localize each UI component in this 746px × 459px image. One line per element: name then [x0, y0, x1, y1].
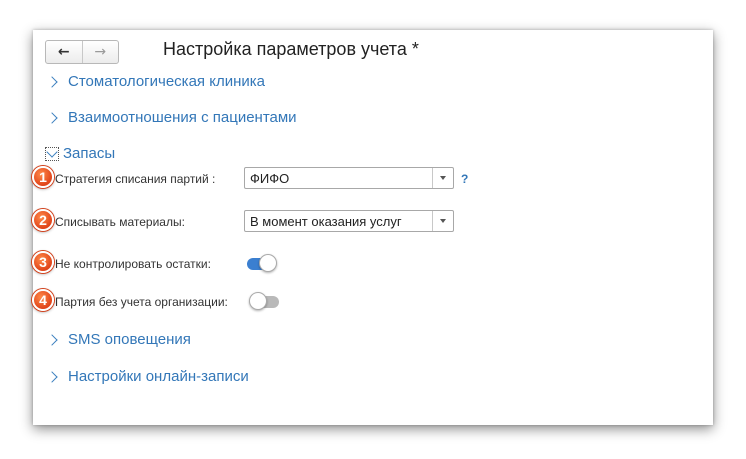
batch-without-org-label: Партия без учета организации: — [55, 295, 228, 309]
forward-arrow-icon[interactable]: → — [83, 41, 119, 63]
group-dental-clinic[interactable]: Стоматологическая клиника — [46, 73, 265, 90]
batch-without-org-toggle[interactable] — [249, 292, 279, 310]
dropdown-arrow-icon[interactable] — [432, 168, 453, 188]
group-sms-notifications[interactable]: SMS оповещения — [46, 331, 191, 348]
write-off-strategy-select[interactable]: ФИФО — [244, 167, 454, 189]
group-online-booking[interactable]: Настройки онлайн-записи — [46, 368, 249, 385]
step-badge-2: 2 — [32, 209, 54, 231]
group-patient-relations[interactable]: Взаимоотношения с пациентами — [46, 109, 297, 126]
chevron-right-icon — [46, 333, 58, 346]
page-title: Настройка параметров учета * — [163, 39, 419, 59]
write-off-materials-select[interactable]: В момент оказания услуг — [244, 210, 454, 232]
no-stock-control-toggle[interactable] — [247, 254, 277, 272]
select-value: ФИФО — [250, 170, 290, 186]
chevron-right-icon — [46, 111, 58, 124]
toggle-knob — [259, 254, 277, 272]
no-stock-control-label: Не контролировать остатки: — [55, 257, 211, 271]
group-label: Настройки онлайн-записи — [68, 368, 249, 385]
back-arrow-icon[interactable]: ← — [46, 41, 83, 63]
step-badge-1: 1 — [32, 166, 54, 188]
chevron-right-icon — [46, 75, 58, 88]
group-label: Стоматологическая клиника — [68, 73, 265, 90]
navigation-buttons: ← → — [45, 40, 119, 64]
step-badge-3: 3 — [32, 251, 54, 273]
help-icon[interactable]: ? — [461, 172, 468, 186]
step-badge-4: 4 — [32, 289, 54, 311]
write-off-materials-label: Списывать материалы: — [55, 215, 185, 229]
group-label: Запасы — [63, 145, 116, 162]
select-value: В момент оказания услуг — [250, 213, 402, 229]
dropdown-arrow-icon[interactable] — [432, 211, 453, 231]
group-label: Взаимоотношения с пациентами — [68, 109, 297, 126]
chevron-down-icon — [45, 145, 59, 161]
settings-window: ← → Настройка параметров учета * Стомато… — [33, 30, 713, 425]
write-off-strategy-label: Стратегия списания партий : — [55, 172, 216, 186]
toggle-knob — [249, 292, 267, 310]
chevron-right-icon — [46, 370, 58, 383]
group-label: SMS оповещения — [68, 331, 191, 348]
group-stocks[interactable]: Запасы — [45, 145, 115, 162]
